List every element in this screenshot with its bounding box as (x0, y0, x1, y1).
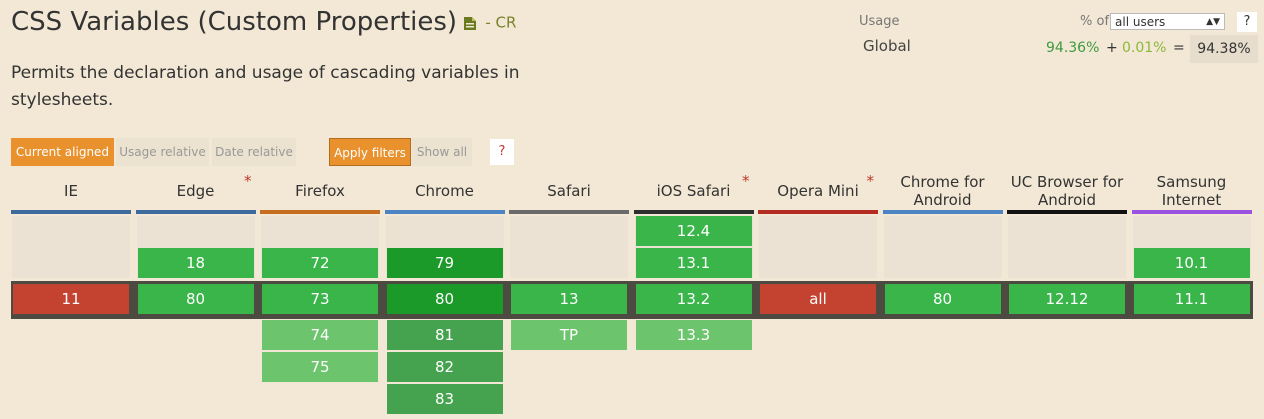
feature-description: Permits the declaration and usage of cas… (11, 63, 520, 110)
browser-name: Safari (547, 181, 591, 200)
current-version-cell[interactable]: all (760, 284, 876, 314)
apply-filters-button[interactable]: Apply filters (329, 138, 411, 166)
current-version-cell[interactable]: 80 (137, 284, 254, 314)
past-version-cell[interactable]: 72 (262, 248, 378, 278)
current-version-cell[interactable]: 11.1 (1133, 284, 1250, 314)
spec-status[interactable]: - CR (485, 14, 516, 32)
browser-color-bar-ie (11, 210, 131, 214)
browser-color-bar-safari (509, 210, 629, 214)
browser-color-bar-ios-safari (633, 210, 754, 214)
partial-support-percent: 0.01% (1122, 40, 1167, 56)
select-arrows-icon: ▲▼ (1206, 17, 1220, 27)
future-version-cell[interactable]: TP (511, 320, 627, 350)
equals-sign: = (1173, 40, 1185, 56)
browser-header-ios-safari: iOS Safari * (634, 170, 754, 211)
full-support-percent: 94.36% (1046, 40, 1100, 56)
browser-name: iOS Safari (656, 181, 731, 200)
future-version-cell[interactable]: 75 (262, 352, 378, 382)
browser-name: Opera Mini (777, 181, 859, 200)
feature-title: CSS Variables (Custom Properties) (11, 7, 458, 37)
browser-name: Edge (176, 181, 215, 200)
browser-name: IE (64, 181, 78, 200)
browser-name: Samsung Internet (1156, 172, 1227, 209)
browser-header-chrome-for-android: Chrome for Android (883, 170, 1003, 211)
browser-header-samsung-internet: Samsung Internet (1132, 170, 1252, 211)
users-select-value: all users (1115, 15, 1166, 29)
past-version-cell[interactable]: 18 (137, 248, 254, 278)
browser-color-bar-edge (135, 210, 256, 214)
current-version-cell[interactable]: 13 (511, 284, 627, 314)
browser-note-marker[interactable]: * (742, 172, 750, 190)
past-version-cell[interactable]: 10.1 (1133, 248, 1250, 278)
past-versions-area (759, 216, 877, 278)
browser-header-safari: Safari (509, 170, 629, 211)
browser-color-bar-samsung-internet (1131, 210, 1252, 214)
browser-header-ie: IE (11, 170, 131, 211)
browser-note-marker[interactable]: * (244, 172, 252, 190)
browser-color-bar-chrome (384, 210, 505, 214)
browser-header-chrome: Chrome (385, 170, 505, 211)
browser-color-bar-chrome-for-android (882, 210, 1003, 214)
usage-region: Global (863, 37, 911, 55)
past-versions-area (510, 216, 628, 278)
browser-name: Firefox (295, 181, 345, 200)
browser-color-bar-uc-browser-for-android (1007, 210, 1127, 214)
date-relative-button[interactable]: Date relative (212, 138, 296, 166)
usage-label: Usage (859, 14, 900, 29)
past-versions-area (12, 216, 130, 278)
browser-header-edge: Edge * (136, 170, 256, 211)
past-version-cell[interactable]: 13.1 (635, 248, 752, 278)
current-version-cell[interactable]: 11 (13, 284, 129, 314)
browser-note-marker[interactable]: * (867, 172, 875, 190)
usage-relative-button[interactable]: Usage relative (116, 138, 209, 166)
browser-header-uc-browser-for-android: UC Browser for Android (1007, 170, 1127, 211)
future-version-cell[interactable]: 81 (386, 320, 503, 350)
past-version-cell[interactable]: 79 (386, 248, 503, 278)
future-version-cell[interactable]: 13.3 (635, 320, 752, 350)
future-version-cell[interactable]: 74 (262, 320, 378, 350)
total-support-percent: 94.38% (1190, 35, 1258, 63)
current-version-cell[interactable]: 80 (884, 284, 1001, 314)
show-all-button[interactable]: Show all (412, 138, 472, 166)
browser-color-bar-opera-mini (758, 210, 878, 214)
browser-name: Chrome (415, 181, 474, 200)
future-version-cell[interactable]: 83 (386, 384, 503, 414)
filters-help-button[interactable]: ? (490, 139, 514, 165)
current-version-cell[interactable]: 12.12 (1009, 284, 1125, 314)
future-version-cell[interactable]: 82 (386, 352, 503, 382)
current-version-cell[interactable]: 80 (386, 284, 503, 314)
past-versions-area (883, 216, 1002, 278)
percent-of-label: % of (1080, 14, 1110, 29)
current-aligned-button[interactable]: Current aligned (11, 138, 114, 166)
browser-color-bar-firefox (260, 210, 380, 214)
current-version-cell[interactable]: 13.2 (635, 284, 752, 314)
document-icon[interactable] (463, 8, 477, 38)
page-title: CSS Variables (Custom Properties) - CR (11, 7, 516, 38)
past-versions-area (1008, 216, 1126, 278)
usage-help-button[interactable]: ? (1237, 12, 1257, 32)
current-version-cell[interactable]: 73 (262, 284, 378, 314)
browser-header-opera-mini: Opera Mini * (758, 170, 878, 211)
browser-name: UC Browser for Android (1010, 172, 1124, 209)
past-version-cell[interactable]: 12.4 (635, 216, 752, 246)
browser-name: Chrome for Android (900, 172, 985, 209)
users-select[interactable]: all users ▲▼ (1110, 13, 1225, 30)
plus-sign: + (1106, 40, 1118, 56)
browser-header-firefox: Firefox (260, 170, 380, 211)
